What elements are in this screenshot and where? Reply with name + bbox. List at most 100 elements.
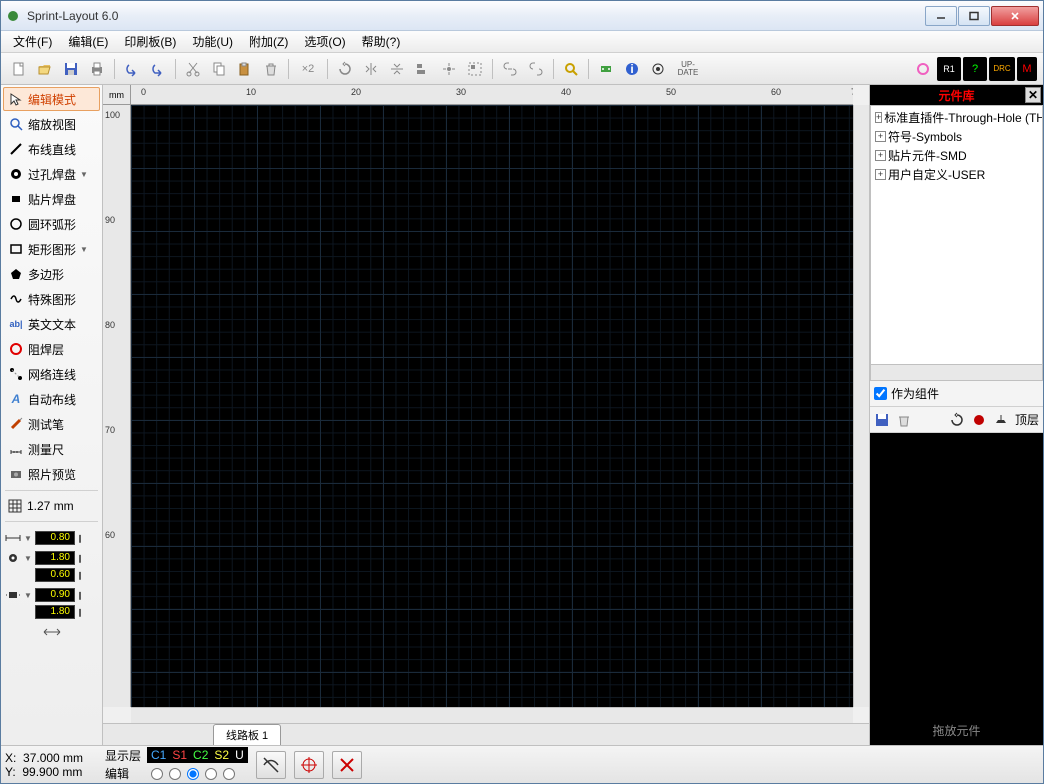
vertical-ruler: 100 90 80 70 60 [103, 105, 131, 707]
layer-c2-radio[interactable] [187, 768, 199, 780]
zoom-icon[interactable] [559, 57, 583, 81]
m-icon[interactable]: M [1017, 57, 1037, 81]
top-layer-label: 顶层 [1015, 411, 1039, 428]
delete-icon[interactable] [259, 57, 283, 81]
param-track-width[interactable]: ▼0.80∥ [3, 529, 100, 547]
param-smd-w[interactable]: ▼0.90∥ [3, 586, 100, 604]
comp-layer-icon[interactable] [993, 412, 1009, 428]
tool-pad[interactable]: 过孔焊盘▼ [3, 162, 100, 186]
tool-solder[interactable]: 阻焊层 [3, 337, 100, 361]
record-icon[interactable] [911, 57, 935, 81]
tool-text[interactable]: ab|英文文本 [3, 312, 100, 336]
new-icon[interactable] [7, 57, 31, 81]
menu-help[interactable]: 帮助(?) [354, 30, 409, 53]
r1-icon[interactable]: R1 [937, 57, 961, 81]
group-icon[interactable] [463, 57, 487, 81]
update-icon[interactable]: UP-DATE [672, 57, 704, 81]
tool-poly[interactable]: 多边形 [3, 262, 100, 286]
tree-node-symbols[interactable]: +符号-Symbols [873, 127, 1040, 146]
tool-photo[interactable]: 照片预览 [3, 462, 100, 486]
tool-conn[interactable]: 网络连线 [3, 362, 100, 386]
param-smd-h[interactable]: 1.80∥ [3, 603, 100, 621]
poly-icon [8, 266, 24, 282]
component-preview[interactable]: 拖放元件 [870, 433, 1043, 745]
coordinates: X: 37.000 mm Y: 99.900 mm [5, 751, 97, 779]
tree-node-user[interactable]: +用户自定义-USER [873, 165, 1040, 184]
tool-zoom[interactable]: 缩放视图 [3, 112, 100, 136]
status-btn-1[interactable] [256, 751, 286, 779]
mirror-h-icon[interactable] [359, 57, 383, 81]
tool-test[interactable]: 测试笔 [3, 412, 100, 436]
menu-edit[interactable]: 编辑(E) [60, 30, 116, 53]
layer-u-radio[interactable] [223, 768, 235, 780]
paste-icon[interactable] [233, 57, 257, 81]
library-tree[interactable]: +标准直插件-Through-Hole (TH) +符号-Symbols +贴片… [870, 105, 1043, 365]
layer-s1-radio[interactable] [169, 768, 181, 780]
minimize-button[interactable] [925, 6, 957, 26]
component-icon[interactable] [594, 57, 618, 81]
status-btn-cross[interactable] [332, 751, 362, 779]
unlink-icon[interactable] [524, 57, 548, 81]
undo-icon[interactable] [120, 57, 144, 81]
layer-c1-radio[interactable] [151, 768, 163, 780]
menu-board[interactable]: 印刷板(B) [116, 30, 184, 53]
as-component-checkbox[interactable] [874, 387, 887, 400]
param-pad-outer[interactable]: ▼1.80∥ [3, 549, 100, 567]
help2-icon[interactable]: ? [963, 57, 987, 81]
status-btn-origin[interactable] [294, 751, 324, 779]
copy-icon[interactable] [207, 57, 231, 81]
rotate-icon[interactable] [333, 57, 357, 81]
tool-auto[interactable]: A自动布线 [3, 387, 100, 411]
tree-scrollbar[interactable] [870, 365, 1043, 381]
menu-options[interactable]: 选项(O) [296, 30, 353, 53]
link-icon[interactable] [498, 57, 522, 81]
solder-icon [8, 341, 24, 357]
tool-special[interactable]: 特殊图形 [3, 287, 100, 311]
pattern-icon[interactable] [646, 57, 670, 81]
menu-file[interactable]: 文件(F) [5, 30, 60, 53]
tab-board-1[interactable]: 线路板 1 [213, 724, 281, 745]
separator [5, 521, 98, 522]
redo-icon[interactable] [146, 57, 170, 81]
cut-icon[interactable] [181, 57, 205, 81]
tree-node-smd[interactable]: +贴片元件-SMD [873, 146, 1040, 165]
tool-rect[interactable]: 矩形图形▼ [3, 237, 100, 261]
comp-delete-icon[interactable] [896, 412, 912, 428]
save-icon[interactable] [59, 57, 83, 81]
separator [588, 59, 589, 79]
grid-size[interactable]: 1.27 mm [3, 494, 100, 518]
conn-icon [8, 366, 24, 382]
layer-s2-radio[interactable] [205, 768, 217, 780]
comp-record-icon[interactable] [971, 412, 987, 428]
menu-func[interactable]: 功能(U) [184, 30, 241, 53]
tree-node-th[interactable]: +标准直插件-Through-Hole (TH) [873, 108, 1040, 127]
horizontal-scrollbar[interactable] [131, 707, 853, 723]
mirror-v-icon[interactable] [385, 57, 409, 81]
param-swap[interactable] [3, 623, 100, 641]
info-icon[interactable]: i [620, 57, 644, 81]
duplicate-icon[interactable]: ×2 [294, 57, 322, 81]
param-pad-inner[interactable]: 0.60∥ [3, 566, 100, 584]
tool-track[interactable]: 布线直线 [3, 137, 100, 161]
tool-circle[interactable]: 圆环弧形 [3, 212, 100, 236]
comp-rotate-icon[interactable] [949, 412, 965, 428]
close-button[interactable] [991, 6, 1039, 26]
maximize-button[interactable] [958, 6, 990, 26]
ruler-unit: mm [103, 85, 131, 105]
tool-smd[interactable]: 贴片焊盘 [3, 187, 100, 211]
library-close-icon[interactable]: ✕ [1025, 87, 1041, 103]
tool-measure[interactable]: 测量尺 [3, 437, 100, 461]
pcb-canvas[interactable] [131, 105, 853, 707]
separator [492, 59, 493, 79]
menu-add[interactable]: 附加(Z) [241, 30, 296, 53]
snap-icon[interactable] [437, 57, 461, 81]
open-icon[interactable] [33, 57, 57, 81]
print-icon[interactable] [85, 57, 109, 81]
comp-save-icon[interactable] [874, 412, 890, 428]
align-icon[interactable] [411, 57, 435, 81]
window-title: Sprint-Layout 6.0 [27, 9, 925, 23]
library-header: 元件库 ✕ [870, 85, 1043, 105]
vertical-scrollbar[interactable] [853, 105, 869, 707]
tool-edit[interactable]: 编辑模式 [3, 87, 100, 111]
drc-icon[interactable]: DRC [989, 57, 1015, 81]
